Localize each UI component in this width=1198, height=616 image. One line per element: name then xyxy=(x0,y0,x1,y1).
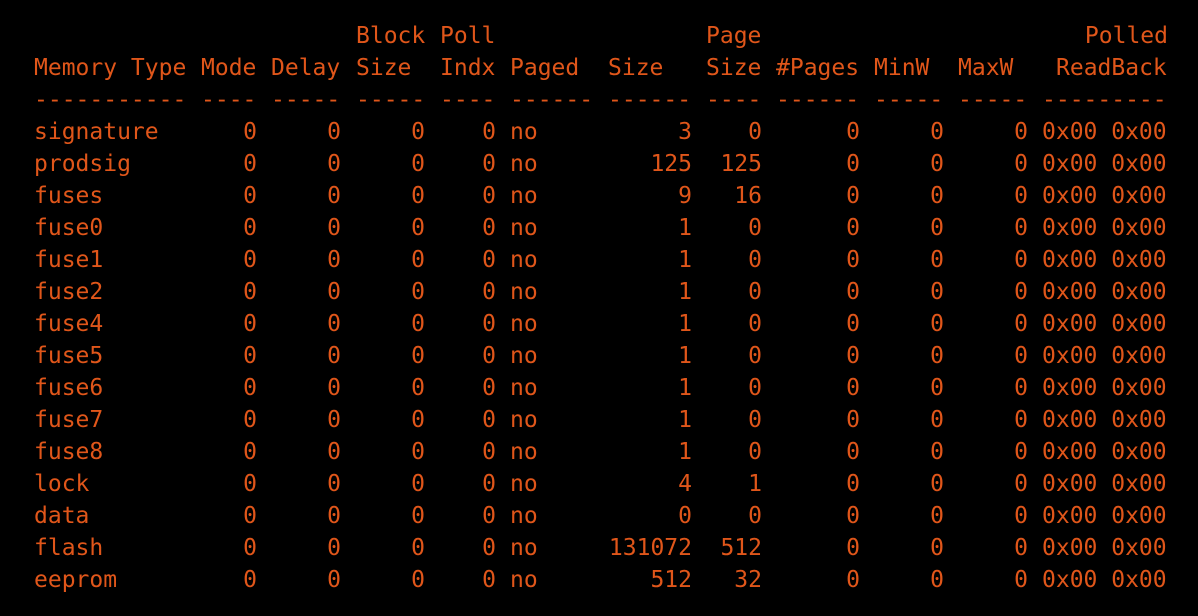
header-readback: ReadBack xyxy=(1056,55,1167,81)
divider-block-size: ----- xyxy=(356,87,426,113)
cell-maxw: 0 xyxy=(1014,151,1028,177)
cell-poll-indx: 0 xyxy=(482,343,496,369)
header-poll-indx: Indx xyxy=(440,55,496,81)
divider-paged: ------ xyxy=(510,87,594,113)
cell-readback: 0x00 0x00 xyxy=(1042,247,1167,273)
cell-readback: 0x00 0x00 xyxy=(1042,311,1167,337)
header-divider: ----------- ---- ----- ----- ---- ------… xyxy=(20,84,1167,116)
cell-poll-indx: 0 xyxy=(482,471,496,497)
cell-readback: 0x00 0x00 xyxy=(1042,535,1167,561)
cell-readback: 0x00 0x00 xyxy=(1042,279,1167,305)
divider-page-size: ---- xyxy=(706,87,762,113)
cell-maxw: 0 xyxy=(1014,215,1028,241)
header-delay: Delay xyxy=(271,55,341,81)
divider-size: ------ xyxy=(608,87,692,113)
header-block-size: Size xyxy=(356,55,412,81)
cell-maxw: 0 xyxy=(1014,535,1028,561)
cell-poll-indx: 0 xyxy=(482,311,496,337)
divider-memory-type: ----------- xyxy=(34,87,187,113)
cell-readback: 0x00 0x00 xyxy=(1042,503,1167,529)
cell-maxw: 0 xyxy=(1014,375,1028,401)
divider-delay: ----- xyxy=(271,87,341,113)
header-memory-type: Memory Type xyxy=(34,55,187,81)
cell-readback: 0x00 0x00 xyxy=(1042,151,1167,177)
header-paged: Paged xyxy=(510,55,580,81)
cell-maxw: 0 xyxy=(1014,407,1028,433)
cell-poll-indx: 0 xyxy=(482,407,496,433)
divider-minw: ----- xyxy=(874,87,944,113)
cell-poll-indx: 0 xyxy=(482,151,496,177)
cell-readback: 0x00 0x00 xyxy=(1042,439,1167,465)
cell-maxw: 0 xyxy=(1014,439,1028,465)
divider-readback: --------- xyxy=(1042,87,1167,113)
cell-maxw: 0 xyxy=(1014,311,1028,337)
cell-readback: 0x00 0x00 xyxy=(1042,375,1167,401)
terminal-output: Block Poll Page Polled Memory Type Mode … xyxy=(20,0,1190,616)
cell-readback: 0x00 0x00 xyxy=(1042,183,1167,209)
cell-poll-indx: 0 xyxy=(482,119,496,145)
cell-maxw: 0 xyxy=(1014,503,1028,529)
header-pages: #Pages xyxy=(776,55,860,81)
divider-poll-indx: ---- xyxy=(440,87,496,113)
header-page: Page xyxy=(706,23,762,49)
cell-poll-indx: 0 xyxy=(482,183,496,209)
divider-pages: ------ xyxy=(776,87,860,113)
cell-poll-indx: 0 xyxy=(482,279,496,305)
header-polled: Polled xyxy=(1084,23,1168,49)
cell-readback: 0x00 0x00 xyxy=(1042,119,1167,145)
cell-readback: 0x00 0x00 xyxy=(1042,215,1167,241)
cell-poll-indx: 0 xyxy=(482,567,496,593)
header-maxw: MaxW xyxy=(958,55,1014,81)
header-row-1: Block Poll Page Polled xyxy=(20,20,1168,52)
header-mode: Mode xyxy=(201,55,257,81)
cell-poll-indx: 0 xyxy=(482,215,496,241)
cell-poll-indx: 0 xyxy=(482,535,496,561)
cell-maxw: 0 xyxy=(1014,343,1028,369)
cell-maxw: 0 xyxy=(1014,183,1028,209)
cell-maxw: 0 xyxy=(1014,247,1028,273)
cell-maxw: 0 xyxy=(1014,567,1028,593)
cell-maxw: 0 xyxy=(1014,279,1028,305)
cell-readback: 0x00 0x00 xyxy=(1042,567,1167,593)
header-block: Block xyxy=(356,23,426,49)
cell-poll-indx: 0 xyxy=(482,247,496,273)
header-minw: MinW xyxy=(874,55,930,81)
divider-mode: ---- xyxy=(201,87,257,113)
cell-poll-indx: 0 xyxy=(482,375,496,401)
cell-maxw: 0 xyxy=(1014,471,1028,497)
header-poll: Poll xyxy=(440,23,496,49)
divider-maxw: ----- xyxy=(958,87,1028,113)
cell-readback: 0x00 0x00 xyxy=(1042,343,1167,369)
cell-maxw: 0 xyxy=(1014,119,1028,145)
cell-readback: 0x00 0x00 xyxy=(1042,471,1167,497)
header-page-size: Size xyxy=(706,55,762,81)
cell-readback: 0x00 0x00 xyxy=(1042,407,1167,433)
header-row-2: Memory Type Mode Delay Size Indx Paged S… xyxy=(20,52,1167,84)
cell-poll-indx: 0 xyxy=(482,439,496,465)
header-size: Size xyxy=(608,55,664,81)
cell-poll-indx: 0 xyxy=(482,503,496,529)
